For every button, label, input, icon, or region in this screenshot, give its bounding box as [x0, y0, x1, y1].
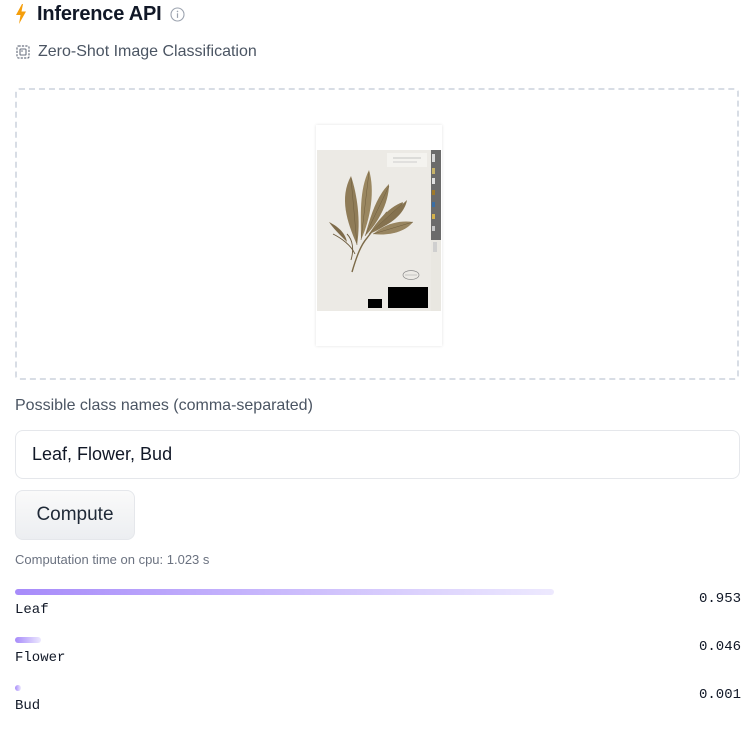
score-bar	[15, 589, 554, 595]
result-label: Bud	[15, 698, 41, 714]
result-score: 0.046	[698, 639, 741, 655]
score-bar	[15, 685, 21, 691]
uploaded-image-preview	[316, 125, 442, 346]
result-score: 0.953	[698, 591, 741, 607]
computation-time: Computation time on cpu: 1.023 s	[15, 552, 210, 567]
herbarium-specimen-image	[317, 150, 441, 311]
inference-api-header: Inference API	[15, 2, 186, 26]
task-label: Zero-Shot Image Classification	[38, 43, 257, 60]
score-bar-track	[15, 589, 581, 595]
task-type: Zero-Shot Image Classification	[15, 41, 257, 63]
compute-button[interactable]: Compute	[15, 490, 135, 540]
image-classification-icon	[15, 44, 31, 60]
class-names-label: Possible class names (comma-separated)	[15, 397, 313, 414]
result-row: Flower 0.046	[15, 637, 741, 685]
info-icon[interactable]	[170, 6, 186, 22]
image-dropzone[interactable]	[15, 88, 739, 380]
lightning-bolt-icon	[15, 4, 27, 24]
result-label: Flower	[15, 650, 66, 666]
result-label: Leaf	[15, 602, 49, 618]
result-score: 0.001	[698, 687, 741, 703]
page-title: Inference API	[37, 2, 162, 25]
score-bar	[15, 637, 41, 643]
score-bar-track	[15, 637, 581, 643]
result-row: Bud 0.001	[15, 685, 741, 733]
score-bar-track	[15, 685, 581, 691]
class-names-input[interactable]	[15, 430, 740, 479]
result-row: Leaf 0.953	[15, 589, 741, 637]
results-list: Leaf 0.953 Flower 0.046 Bud 0.001	[15, 589, 741, 733]
